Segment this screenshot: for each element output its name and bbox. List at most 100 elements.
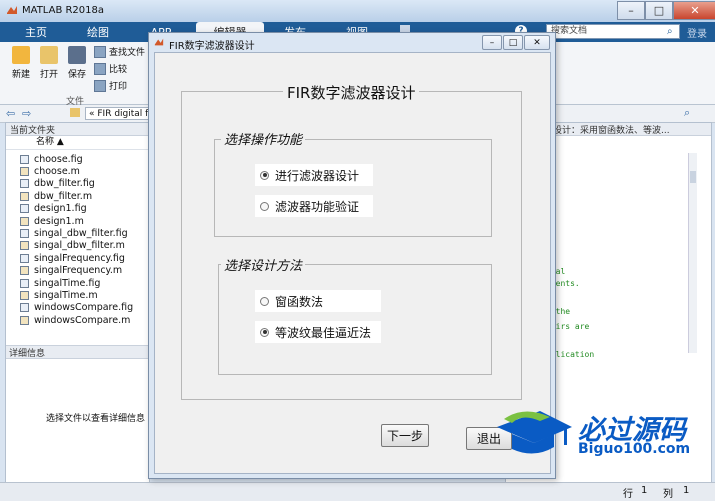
find-files-button[interactable]: 查找文件 <box>94 45 145 58</box>
file-list-item[interactable]: singalFrequency.fig <box>6 252 149 264</box>
radio-unselected-icon <box>260 201 269 211</box>
fig-file-icon <box>20 179 29 189</box>
compare-button[interactable]: 比较 <box>94 62 127 75</box>
file-list-item[interactable]: choose.fig <box>6 153 149 165</box>
save-icon <box>68 46 86 64</box>
print-label: 打印 <box>109 82 128 92</box>
file-name: singalTime.fig <box>34 277 101 289</box>
fig-file-icon <box>20 229 29 239</box>
file-list: choose.fig choose.m dbw_filter.fig dbw_filt… <box>6 150 149 326</box>
scrollbar-thumb[interactable] <box>690 171 696 183</box>
fig-file-icon <box>20 303 29 313</box>
file-name: windowsCompare.fig <box>34 302 134 314</box>
radio-selected-icon <box>260 170 269 180</box>
operation-group <box>214 139 492 237</box>
radio-window-method-label: 窗函数法 <box>275 294 324 309</box>
status-bar: 行 1 列 1 <box>0 482 715 501</box>
close-icon[interactable]: ✕ <box>673 1 715 20</box>
app-title: MATLAB R2018a <box>22 5 105 16</box>
tab-home[interactable]: 主页 <box>10 22 62 42</box>
new-button[interactable]: 新建 <box>8 46 34 80</box>
radio-window-method[interactable]: 窗函数法 <box>255 290 381 312</box>
fig-file-icon <box>20 253 29 263</box>
compare-label: 比较 <box>109 65 128 75</box>
file-list-item[interactable]: design1.fig <box>6 203 149 215</box>
dialog-heading: FIR数字滤波器设计 <box>283 82 420 103</box>
print-button[interactable]: 打印 <box>94 79 127 92</box>
radio-filter-verify-label: 滤波器功能验证 <box>275 199 360 214</box>
file-list-item[interactable]: dbw_filter.m <box>6 190 149 202</box>
radio-filter-verify[interactable]: 滤波器功能验证 <box>255 195 373 217</box>
dialog-close-icon[interactable]: ✕ <box>524 35 550 50</box>
name-column-label: 名称 <box>36 137 55 147</box>
m-file-icon <box>20 167 29 177</box>
folder-icon[interactable] <box>70 108 80 117</box>
file-list-item[interactable]: singalTime.fig <box>6 277 149 289</box>
compare-icon <box>94 62 106 75</box>
current-path[interactable]: « FIR digital fil <box>85 107 155 120</box>
m-file-icon <box>20 216 29 226</box>
back-icon[interactable]: ⇦ <box>6 107 15 120</box>
dialog-maximize-icon[interactable]: □ <box>503 35 523 50</box>
file-name: singalTime.m <box>34 289 98 301</box>
file-name: choose.m <box>34 166 80 178</box>
next-button[interactable]: 下一步 <box>381 424 429 447</box>
path-search-icon[interactable]: ⌕ <box>684 106 690 120</box>
col-value: 1 <box>683 485 690 496</box>
fig-file-icon <box>20 154 29 164</box>
file-name: singal_dbw_filter.fig <box>34 228 128 240</box>
row-value: 1 <box>641 485 648 496</box>
file-name: design1.m <box>34 215 84 227</box>
radio-filter-design-label: 进行滤波器设计 <box>275 168 360 183</box>
file-name: choose.fig <box>34 153 83 165</box>
radio-unselected-icon <box>260 296 269 306</box>
file-list-item[interactable]: singal_dbw_filter.m <box>6 240 149 252</box>
maximize-icon[interactable]: □ <box>645 1 673 20</box>
search-icon[interactable]: ⌕ <box>667 26 673 37</box>
details-header: 详细信息 <box>6 345 150 359</box>
file-list-item[interactable]: windowsCompare.fig <box>6 302 149 314</box>
file-name: dbw_filter.m <box>34 190 93 202</box>
folder-icon <box>40 46 58 64</box>
file-list-item[interactable]: dbw_filter.fig <box>6 178 149 190</box>
m-file-icon <box>20 191 29 201</box>
current-folder-header: 当前文件夹 <box>6 123 149 136</box>
file-name: design1.fig <box>34 203 87 215</box>
file-list-item[interactable]: windowsCompare.m <box>6 314 149 326</box>
details-hint: 选择文件以查看详细信息 <box>46 414 146 424</box>
radio-equiripple-method[interactable]: 等波纹最佳逼近法 <box>255 321 381 343</box>
file-name: singalFrequency.fig <box>34 252 125 264</box>
dialog-titlebar[interactable]: FIR数字滤波器设计 – □ ✕ <box>149 33 555 52</box>
fig-file-icon <box>20 204 29 214</box>
minimize-icon[interactable]: – <box>617 1 645 20</box>
app-titlebar: MATLAB R2018a – □ ✕ <box>0 0 715 23</box>
file-name: singalFrequency.m <box>34 265 123 277</box>
open-label: 打开 <box>39 70 58 80</box>
file-list-item[interactable]: singal_dbw_filter.fig <box>6 227 149 239</box>
file-name: singal_dbw_filter.m <box>34 240 125 252</box>
open-button[interactable]: 打开 <box>36 46 62 80</box>
file-list-item[interactable]: singalFrequency.m <box>6 265 149 277</box>
file-name: windowsCompare.m <box>34 314 131 326</box>
file-list-item[interactable]: singalTime.m <box>6 289 149 301</box>
row-label: 行 <box>623 489 633 500</box>
file-list-item[interactable]: choose.m <box>6 165 149 177</box>
login-link[interactable]: 登录 <box>687 25 707 40</box>
forward-icon[interactable]: ⇨ <box>22 107 31 120</box>
matlab-logo-icon <box>154 37 164 47</box>
save-button[interactable]: 保存 <box>64 46 90 80</box>
window-controls: – □ ✕ <box>617 1 715 20</box>
file-list-item[interactable]: design1.m <box>6 215 149 227</box>
radio-selected-icon <box>260 327 269 337</box>
radio-equiripple-method-label: 等波纹最佳逼近法 <box>275 325 372 340</box>
m-file-icon <box>20 266 29 276</box>
print-icon <box>94 79 106 92</box>
tab-plots[interactable]: 绘图 <box>70 22 126 42</box>
dialog-minimize-icon[interactable]: – <box>482 35 502 50</box>
radio-filter-design[interactable]: 进行滤波器设计 <box>255 164 373 186</box>
find-files-icon <box>94 45 106 58</box>
current-folder-panel: 当前文件夹 名称 ▲ choose.fig choose.m dbw_filter.… <box>5 122 150 494</box>
search-documentation-input[interactable]: 搜索文档 <box>546 24 680 39</box>
editor-scrollbar[interactable] <box>688 153 697 353</box>
name-column-header[interactable]: 名称 ▲ <box>6 136 149 150</box>
